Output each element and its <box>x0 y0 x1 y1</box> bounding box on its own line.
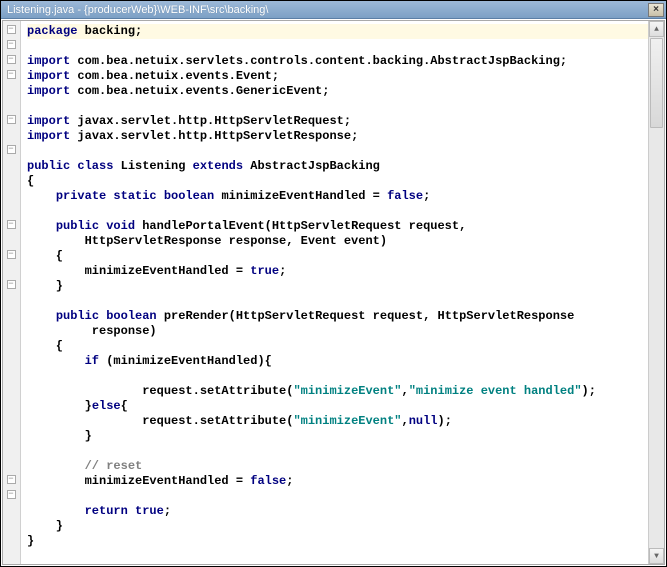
scroll-down-button[interactable]: ▼ <box>649 548 664 564</box>
fold-toggle-icon[interactable]: − <box>7 25 16 34</box>
fold-toggle-icon[interactable]: − <box>7 115 16 124</box>
code-line[interactable]: if (minimizeEventHandled){ <box>27 354 648 369</box>
code-line[interactable]: import com.bea.netuix.events.Event; <box>27 69 648 84</box>
code-line[interactable]: minimizeEventHandled = false; <box>27 474 648 489</box>
fold-toggle-icon[interactable]: − <box>7 145 16 154</box>
code-line[interactable] <box>27 294 648 309</box>
code-editor: −−−−−−−−−−−○ package backing; import com… <box>2 20 665 565</box>
code-line[interactable] <box>27 444 648 459</box>
code-line[interactable]: }else{ <box>27 399 648 414</box>
code-line[interactable]: private static boolean minimizeEventHand… <box>27 189 648 204</box>
code-line[interactable]: request.setAttribute("minimizeEvent","mi… <box>27 384 648 399</box>
fold-toggle-icon[interactable]: − <box>7 55 16 64</box>
code-line[interactable]: { <box>27 174 648 189</box>
fold-toggle-icon[interactable]: − <box>7 220 16 229</box>
gutter[interactable]: −−−−−−−−−−−○ <box>3 21 21 564</box>
code-line[interactable]: public void handlePortalEvent(HttpServle… <box>27 219 648 234</box>
fold-toggle-icon[interactable]: − <box>7 490 16 499</box>
code-content[interactable]: package backing; import com.bea.netuix.s… <box>21 21 648 564</box>
code-line[interactable]: return true; <box>27 504 648 519</box>
window-title: Listening.java - {producerWeb}\WEB-INF\s… <box>7 4 268 16</box>
code-line[interactable]: } <box>27 279 648 294</box>
code-line[interactable]: } <box>27 519 648 534</box>
fold-toggle-icon[interactable]: − <box>7 250 16 259</box>
code-line[interactable]: import javax.servlet.http.HttpServletRes… <box>27 129 648 144</box>
code-line[interactable] <box>27 39 648 54</box>
titlebar[interactable]: Listening.java - {producerWeb}\WEB-INF\s… <box>1 1 666 19</box>
scroll-thumb[interactable] <box>650 38 663 128</box>
code-line[interactable]: HttpServletResponse response, Event even… <box>27 234 648 249</box>
fold-toggle-icon[interactable]: − <box>7 280 16 289</box>
code-line[interactable] <box>27 204 648 219</box>
code-line[interactable]: { <box>27 249 648 264</box>
fold-toggle-icon[interactable]: − <box>7 40 16 49</box>
close-button[interactable]: × <box>648 3 664 17</box>
fold-toggle-icon[interactable]: − <box>7 70 16 79</box>
code-line[interactable]: request.setAttribute("minimizeEvent",nul… <box>27 414 648 429</box>
code-line[interactable]: } <box>27 534 648 549</box>
code-line[interactable]: } <box>27 429 648 444</box>
code-line[interactable]: minimizeEventHandled = true; <box>27 264 648 279</box>
code-line[interactable] <box>27 489 648 504</box>
code-line[interactable]: response) <box>27 324 648 339</box>
code-line[interactable]: import com.bea.netuix.servlets.controls.… <box>27 54 648 69</box>
code-line[interactable]: import javax.servlet.http.HttpServletReq… <box>27 114 648 129</box>
code-line[interactable]: import com.bea.netuix.events.GenericEven… <box>27 84 648 99</box>
code-line[interactable] <box>27 369 648 384</box>
code-line[interactable] <box>27 99 648 114</box>
code-line[interactable]: // reset <box>27 459 648 474</box>
code-line[interactable]: { <box>27 339 648 354</box>
vertical-scrollbar[interactable]: ▲ ▼ <box>648 21 664 564</box>
code-line[interactable] <box>27 144 648 159</box>
code-line[interactable]: public class Listening extends AbstractJ… <box>27 159 648 174</box>
code-line[interactable]: package backing; <box>27 24 648 39</box>
fold-toggle-icon[interactable]: − <box>7 475 16 484</box>
scroll-up-button[interactable]: ▲ <box>649 21 664 37</box>
code-line[interactable]: public boolean preRender(HttpServletRequ… <box>27 309 648 324</box>
